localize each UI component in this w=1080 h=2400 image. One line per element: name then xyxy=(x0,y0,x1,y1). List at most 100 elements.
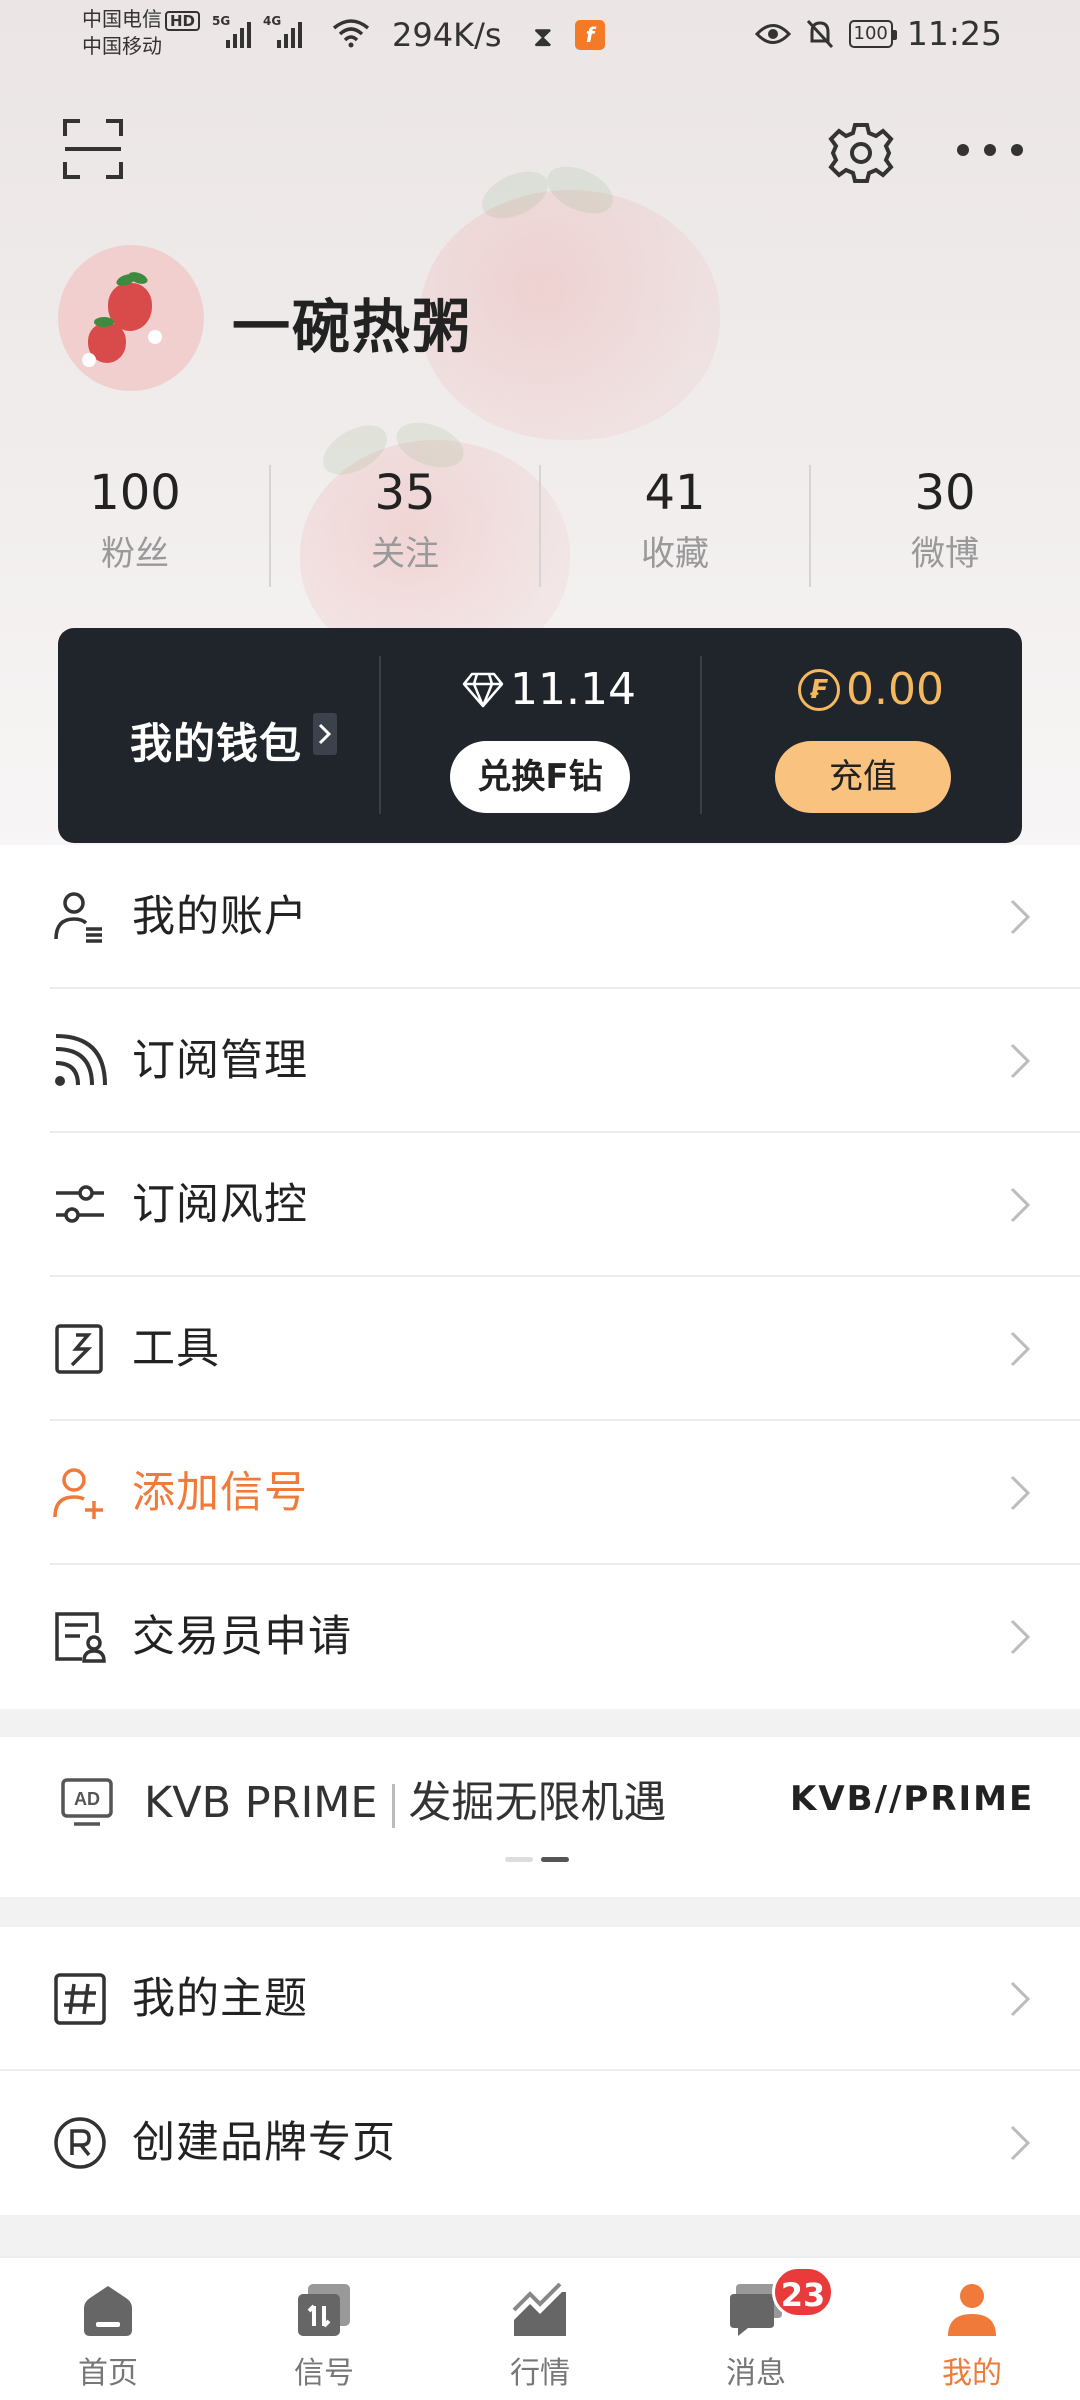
username[interactable]: 一碗热粥 xyxy=(232,280,472,364)
coin-balance: ₣ 0.00 xyxy=(798,664,944,715)
chevron-right-icon xyxy=(1010,899,1031,935)
carrier-info: 中国电信 HD 中国移动 xyxy=(82,6,201,60)
wallet-title[interactable]: 我的钱包 xyxy=(130,710,302,771)
section-gap xyxy=(0,1709,1080,1737)
network-type-label: 5G xyxy=(212,14,231,28)
nav-profile[interactable]: 我的 xyxy=(864,2258,1080,2400)
clock: 11:25 xyxy=(906,14,1002,53)
hd-badge: HD xyxy=(165,11,201,31)
market-icon xyxy=(512,2282,566,2336)
chevron-right-icon[interactable] xyxy=(313,713,337,755)
settings-gear-icon[interactable] xyxy=(828,120,894,186)
chevron-right-icon xyxy=(1010,1331,1031,1367)
stat-label: 关注 xyxy=(371,534,439,574)
menu-item-trader-application[interactable]: 交易员申请 xyxy=(0,1565,1080,1709)
chevron-right-icon xyxy=(1010,1619,1031,1655)
eye-icon xyxy=(754,23,791,44)
registered-brand-icon xyxy=(54,2117,106,2169)
more-options-icon[interactable] xyxy=(955,140,1025,160)
menu-item-label: 我的账户 xyxy=(132,892,308,942)
menu-item-label: 工具 xyxy=(132,1324,220,1374)
stat-posts[interactable]: 30 微博 xyxy=(810,460,1080,590)
nav-messages[interactable]: 23 消息 xyxy=(648,2258,864,2400)
exchange-diamond-button[interactable]: 兑换F钻 xyxy=(450,741,630,813)
diamond-balance: 11.14 xyxy=(462,664,636,715)
scan-icon[interactable] xyxy=(62,118,124,180)
avatar[interactable] xyxy=(58,245,204,391)
section-gap xyxy=(0,2215,1080,2256)
section-gap xyxy=(0,1897,1080,1927)
ad-banner[interactable]: AD KVB PRIME 发掘无限机遇 KVB//PRIME xyxy=(0,1737,1080,1897)
carrier-2: 中国移动 xyxy=(82,34,162,58)
menu-item-my-topics[interactable]: 我的主题 xyxy=(0,1927,1080,2071)
chevron-right-icon xyxy=(1010,1043,1031,1079)
ad-logo: KVB//PRIME xyxy=(790,1779,1035,1819)
account-icon xyxy=(54,892,102,943)
battery-indicator: 100 xyxy=(848,19,898,48)
ad-icon-text: AD xyxy=(74,1789,100,1809)
wallet-divider xyxy=(379,656,381,814)
stat-value: 30 xyxy=(914,465,976,521)
risk-control-icon xyxy=(56,1185,104,1223)
hourglass-icon: ⧗ xyxy=(533,20,553,53)
status-right-group: 100 11:25 xyxy=(754,14,1002,53)
nav-label: 行情 xyxy=(510,2356,570,2391)
menu-item-label: 订阅管理 xyxy=(132,1036,308,1086)
signal-indicators: 5G 4G xyxy=(212,14,302,48)
hashtag-icon xyxy=(54,1973,106,2025)
chevron-right-icon xyxy=(1010,1187,1031,1223)
nav-market[interactable]: 行情 xyxy=(432,2258,648,2400)
menu-item-tools[interactable]: 工具 xyxy=(0,1277,1080,1421)
ad-brand: KVB PRIME xyxy=(144,1778,378,1828)
menu-item-label: 交易员申请 xyxy=(132,1612,352,1662)
ad-icon: AD xyxy=(61,1778,113,1826)
divider xyxy=(391,1783,395,1828)
recharge-button[interactable]: 充值 xyxy=(775,741,951,813)
carrier-1: 中国电信 xyxy=(82,7,162,31)
menu-item-my-account[interactable]: 我的账户 xyxy=(0,845,1080,989)
nav-label: 我的 xyxy=(942,2356,1002,2391)
tools-icon xyxy=(55,1324,103,1374)
message-count-badge: 23 xyxy=(772,2266,834,2318)
nav-signal[interactable]: 信号 xyxy=(216,2258,432,2400)
diamond-value: 11.14 xyxy=(510,664,636,715)
menu-item-add-signal[interactable]: 添加信号 xyxy=(0,1421,1080,1565)
subscription-icon xyxy=(55,1034,107,1086)
nav-label: 首页 xyxy=(78,2356,138,2391)
mute-bell-icon xyxy=(806,19,833,48)
bottom-navigation: 首页 信号 行情 23 消息 我的 xyxy=(0,2256,1080,2400)
stat-favorites[interactable]: 41 收藏 xyxy=(540,460,810,590)
signal-strength-icon: 5G xyxy=(212,14,251,48)
diamond-icon xyxy=(462,672,504,707)
nav-label: 信号 xyxy=(294,2356,354,2391)
stat-divider xyxy=(269,465,271,587)
menu-item-create-brand-page[interactable]: 创建品牌专页 xyxy=(0,2071,1080,2215)
menu-list: 我的账户 订阅管理 订阅风控 工具 添加信号 交易员申请 xyxy=(0,845,1080,1709)
stat-divider xyxy=(809,465,811,587)
stat-value: 35 xyxy=(374,465,436,521)
stat-followers[interactable]: 100 粉丝 xyxy=(0,460,270,590)
coin-value: 0.00 xyxy=(846,664,944,715)
menu-item-subscription-management[interactable]: 订阅管理 xyxy=(0,989,1080,1133)
nav-home[interactable]: 首页 xyxy=(0,2258,216,2400)
carousel-indicator xyxy=(505,1857,569,1862)
home-icon xyxy=(84,2286,132,2336)
wifi-icon xyxy=(332,19,370,48)
menu-item-subscription-risk-control[interactable]: 订阅风控 xyxy=(0,1133,1080,1277)
wallet-card: 我的钱包 11.14 兑换F钻 ₣ 0.00 充值 xyxy=(58,628,1022,843)
signal-icon xyxy=(298,2284,350,2336)
trader-application-icon xyxy=(55,1612,106,1663)
app-notification-icon: f xyxy=(575,20,605,50)
chevron-right-icon xyxy=(1010,1475,1031,1511)
menu-item-label: 创建品牌专页 xyxy=(132,2118,396,2168)
stat-divider xyxy=(539,465,541,587)
signal-strength-icon: 4G xyxy=(263,14,302,48)
stat-following[interactable]: 35 关注 xyxy=(270,460,540,590)
chevron-right-icon xyxy=(1010,2125,1031,2161)
stat-value: 41 xyxy=(644,465,706,521)
stat-label: 收藏 xyxy=(641,534,709,574)
ad-tagline: 发掘无限机遇 xyxy=(408,1778,667,1828)
stat-label: 粉丝 xyxy=(101,534,169,574)
menu-item-label: 订阅风控 xyxy=(132,1180,308,1230)
chevron-right-icon xyxy=(1010,1981,1031,2017)
